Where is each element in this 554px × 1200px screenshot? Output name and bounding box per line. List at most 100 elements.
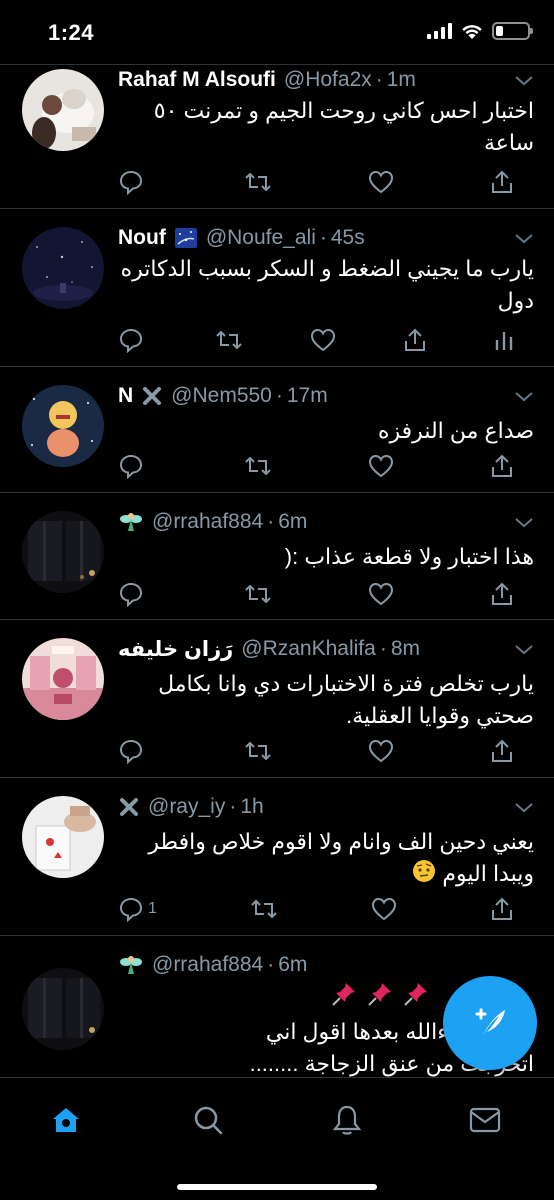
user-handle[interactable]: @rrahaf884 <box>152 510 263 534</box>
tweet-text: يعني دحين الف وانام ولا اقوم خلاص وافطر … <box>118 826 534 892</box>
notifications-icon <box>332 1105 362 1135</box>
share-icon[interactable] <box>490 896 514 922</box>
avatar[interactable] <box>22 796 104 878</box>
avatar[interactable] <box>22 511 104 593</box>
galaxy-emoji-icon <box>174 227 198 249</box>
like-heart-icon[interactable] <box>310 328 336 352</box>
user-handle[interactable]: @rrahaf884 <box>152 953 263 977</box>
timeline-feed[interactable]: Rahaf M Alsoufi @Hofa2x · 1m اختبار احس … <box>0 65 554 1077</box>
tweet[interactable]: رَزان خليفه @RzanKhalifa · 8m يارب تخلص … <box>0 620 554 778</box>
cellular-signal-icon <box>427 23 452 39</box>
chevron-down-icon[interactable] <box>514 69 534 93</box>
reply-icon[interactable]: 1 <box>118 896 157 922</box>
share-icon[interactable] <box>490 169 514 195</box>
share-icon[interactable] <box>490 453 514 479</box>
retweet-icon[interactable] <box>250 898 278 920</box>
user-handle[interactable]: @Noufe_ali <box>206 226 316 250</box>
avatar[interactable] <box>22 69 104 151</box>
display-name[interactable]: رَزان خليفه <box>118 637 233 662</box>
display-name[interactable]: Rahaf M Alsoufi <box>118 68 276 92</box>
tweet-age: 17m <box>286 384 328 407</box>
home-indicator <box>177 1184 377 1190</box>
user-handle[interactable]: @RzanKhalifa <box>241 637 376 661</box>
retweet-icon[interactable] <box>244 740 272 762</box>
twitter-timeline-screen: 1:24 Rahaf M Alsoufi @Hofa2x · 1m اختبار… <box>0 0 554 1200</box>
like-heart-icon[interactable] <box>368 582 394 606</box>
avatar[interactable] <box>22 968 104 1050</box>
tweet[interactable]: Rahaf M Alsoufi @Hofa2x · 1m اختبار احس … <box>0 65 554 209</box>
share-icon[interactable] <box>403 327 427 353</box>
pushpin-emoji-icon <box>368 983 391 1006</box>
compose-tweet-button[interactable] <box>443 976 537 1070</box>
reply-count: 1 <box>148 900 157 917</box>
chevron-down-icon[interactable] <box>514 638 534 662</box>
status-icons <box>427 22 533 40</box>
fairy-emoji-icon <box>118 952 144 978</box>
tweet[interactable]: N @Nem550 · 17m صداع من النرفزه <box>0 367 554 493</box>
share-icon[interactable] <box>490 738 514 764</box>
wifi-icon <box>462 25 482 39</box>
tweet-actions <box>118 325 514 355</box>
tweet-actions <box>118 167 514 197</box>
tweet-actions <box>118 579 514 609</box>
search-icon <box>194 1106 223 1135</box>
status-bar: 1:24 <box>0 0 554 66</box>
avatar[interactable] <box>22 227 104 309</box>
display-name[interactable]: N <box>118 384 133 408</box>
tweet-actions <box>118 736 514 766</box>
chevron-down-icon[interactable] <box>514 511 534 535</box>
pushpin-emoji-row <box>330 980 430 1008</box>
reply-icon[interactable] <box>118 738 148 764</box>
retweet-icon[interactable] <box>244 171 272 193</box>
messages-icon <box>469 1107 501 1133</box>
like-heart-icon[interactable] <box>368 739 394 763</box>
tab-notifications[interactable] <box>327 1100 367 1140</box>
raised-eyebrow-emoji-icon <box>412 859 436 892</box>
tweet[interactable]: @rrahaf884 · 6m هذا اختبار ولا قطعة عذاب… <box>0 493 554 620</box>
tweet[interactable]: @ray_iy · 1h يعني دحين الف وانام ولا اقو… <box>0 778 554 936</box>
reply-icon[interactable] <box>118 327 148 353</box>
fairy-emoji-icon <box>118 509 144 535</box>
tweet-age: 6m <box>278 510 308 533</box>
reply-icon[interactable] <box>118 453 148 479</box>
share-icon[interactable] <box>490 581 514 607</box>
x-emoji-icon <box>141 385 163 407</box>
like-heart-icon[interactable] <box>371 897 397 921</box>
tweet-actions: 1 <box>118 894 514 924</box>
tweet-text-line: ويبدا اليوم <box>118 858 534 892</box>
avatar[interactable] <box>22 385 104 467</box>
user-handle[interactable]: @Hofa2x <box>284 68 372 92</box>
reply-icon[interactable] <box>118 169 148 195</box>
analytics-bar-chart-icon[interactable] <box>494 329 514 351</box>
tweet-text: هذا اختبار ولا قطعة عذاب :( <box>284 544 534 569</box>
battery-icon <box>492 22 533 40</box>
retweet-icon[interactable] <box>215 329 243 351</box>
tweet-actions <box>118 451 514 481</box>
reply-icon[interactable] <box>118 581 148 607</box>
user-handle[interactable]: @ray_iy <box>148 795 225 819</box>
home-icon <box>53 1108 79 1132</box>
tab-home[interactable] <box>46 1100 86 1140</box>
tweet[interactable]: Nouf @Noufe_ali · 45s يارب ما يجيني الضغ… <box>0 209 554 367</box>
x-emoji-icon <box>118 796 140 818</box>
chevron-down-icon[interactable] <box>514 385 534 409</box>
display-name[interactable]: Nouf <box>118 226 166 250</box>
chevron-down-icon[interactable] <box>514 227 534 251</box>
tweet-age: 1h <box>240 795 264 818</box>
retweet-icon[interactable] <box>244 455 272 477</box>
compose-icon <box>475 1008 505 1036</box>
tweet-text-line: يعني دحين الف وانام ولا اقوم خلاص وافطر <box>148 829 534 854</box>
tweet-age: 6m <box>278 953 308 976</box>
tweet-age: 45s <box>330 226 365 249</box>
user-handle[interactable]: @Nem550 <box>171 384 272 408</box>
tab-search[interactable] <box>188 1100 228 1140</box>
like-heart-icon[interactable] <box>368 170 394 194</box>
pushpin-emoji-icon <box>332 983 355 1006</box>
retweet-icon[interactable] <box>244 583 272 605</box>
tweet-age: 8m <box>390 637 421 660</box>
tab-messages[interactable] <box>465 1100 505 1140</box>
tweet-age: 1m <box>386 68 416 91</box>
like-heart-icon[interactable] <box>368 454 394 478</box>
chevron-down-icon[interactable] <box>514 796 534 820</box>
avatar[interactable] <box>22 638 104 720</box>
